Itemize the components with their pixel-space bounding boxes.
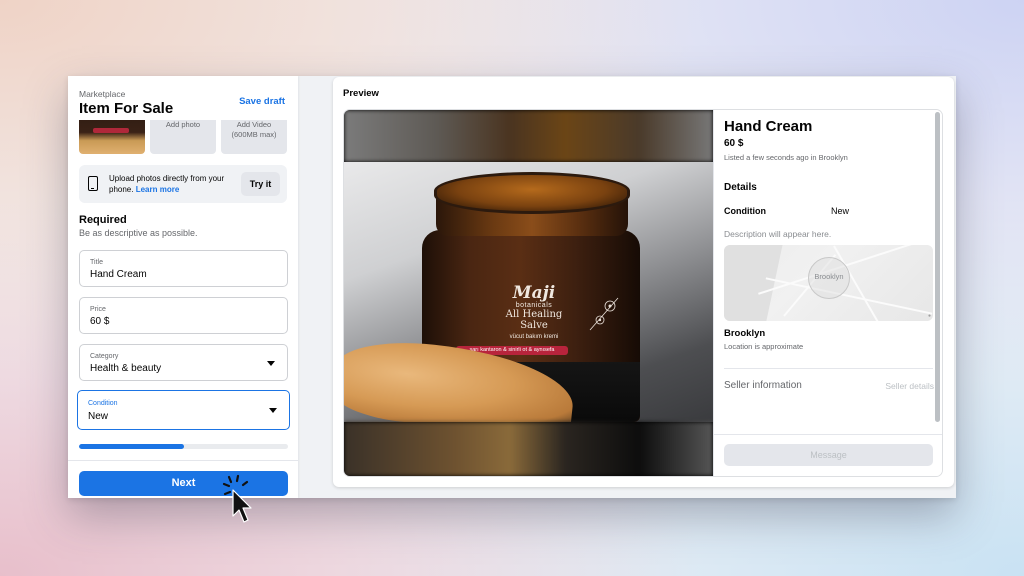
category-select[interactable]: Category Health & beauty: [79, 344, 288, 381]
create-listing-panel: Add photo Add Video (600MB max) Marketpl…: [68, 76, 298, 498]
preview-item-price: 60 $: [724, 138, 744, 149]
photo-blur-top: [344, 110, 713, 162]
try-it-button[interactable]: Try it: [241, 172, 280, 196]
listing-photo: Maji botanicals All Healing Salve vücut …: [344, 110, 713, 476]
seller-details-link[interactable]: Seller details: [885, 381, 934, 391]
photo-blur-bottom: [344, 422, 713, 476]
preview-listed-time: Listed a few seconds ago in Brooklyn: [724, 153, 848, 162]
section-divider: [724, 368, 933, 369]
category-select-label: Category: [90, 353, 119, 360]
location-map[interactable]: Brooklyn ●: [724, 245, 933, 321]
jar-sub-brand: botanicals: [515, 302, 553, 309]
progress-bar-fill: [79, 444, 184, 449]
preview-card: Preview Maji botanicals All Healing Salv…: [333, 77, 954, 487]
location-name: Brooklyn: [724, 328, 766, 339]
description-placeholder: Description will appear here.: [724, 229, 832, 239]
listing-details-pane: Hand Cream 60 $ Listed a few seconds ago…: [713, 110, 942, 476]
required-heading: Required: [79, 214, 127, 226]
jar-rim: [434, 172, 630, 214]
listing-preview: Maji botanicals All Healing Salve vücut …: [344, 110, 942, 476]
preview-heading: Preview: [343, 88, 379, 99]
condition-select-value: New: [88, 411, 109, 422]
footer-divider: [68, 460, 298, 461]
title-field[interactable]: Title Hand Cream: [79, 250, 288, 287]
jar-subtitle: vücut bakım kremi: [509, 334, 559, 340]
required-subtext: Be as descriptive as possible.: [79, 228, 198, 238]
category-select-value: Health & beauty: [90, 363, 162, 374]
map-attribution: ●: [927, 313, 931, 319]
learn-more-link[interactable]: Learn more: [136, 185, 180, 194]
add-video-note: (600MB max): [231, 130, 277, 139]
condition-value: New: [831, 206, 850, 216]
price-field-value[interactable]: 60 $: [90, 316, 109, 327]
jar-product-line1: All Healing: [505, 309, 563, 320]
phone-icon: [88, 176, 98, 191]
location-note: Location is approximate: [724, 342, 804, 351]
progress-bar: [79, 444, 288, 449]
details-scrollbar[interactable]: [935, 112, 940, 422]
title-field-label: Title: [90, 259, 103, 266]
title-field-value[interactable]: Hand Cream: [90, 269, 147, 280]
save-draft-button[interactable]: Save draft: [239, 96, 285, 107]
add-photo-label: Add photo: [165, 120, 201, 129]
marketplace-window: Add photo Add Video (600MB max) Marketpl…: [68, 76, 956, 498]
caret-down-icon: [269, 408, 277, 413]
preview-item-title: Hand Cream: [724, 118, 813, 135]
condition-select[interactable]: Condition New: [77, 390, 290, 430]
message-button[interactable]: Message: [724, 444, 933, 466]
caret-down-icon: [267, 361, 275, 366]
breadcrumb[interactable]: Marketplace: [79, 89, 125, 99]
jar-product-line2: Salve: [520, 320, 548, 331]
upload-from-phone-banner: Upload photos directly from your phone. …: [79, 165, 287, 203]
panel-header: Marketplace Item For Sale Save draft: [68, 76, 298, 120]
details-heading: Details: [724, 182, 757, 193]
map-water: [724, 245, 785, 321]
condition-label: Condition: [724, 206, 766, 216]
footer-divider: [714, 434, 942, 435]
condition-select-label: Condition: [88, 400, 118, 407]
page-title: Item For Sale: [79, 100, 174, 117]
price-field-label: Price: [90, 306, 106, 313]
price-field[interactable]: Price 60 $: [79, 297, 288, 334]
flower-illustration-icon: [589, 297, 619, 331]
upload-tip-text: Upload photos directly from your phone. …: [109, 174, 234, 195]
add-video-label: Add Video: [236, 120, 272, 129]
seller-information-heading: Seller information: [724, 380, 802, 391]
product-photo: Maji botanicals All Healing Salve vücut …: [344, 162, 713, 422]
jar-label: Maji botanicals All Healing Salve vücut …: [484, 284, 584, 340]
map-area-label: Brooklyn: [814, 272, 844, 281]
jar-brand: Maji: [512, 283, 556, 303]
mouse-cursor-icon: [222, 474, 252, 523]
